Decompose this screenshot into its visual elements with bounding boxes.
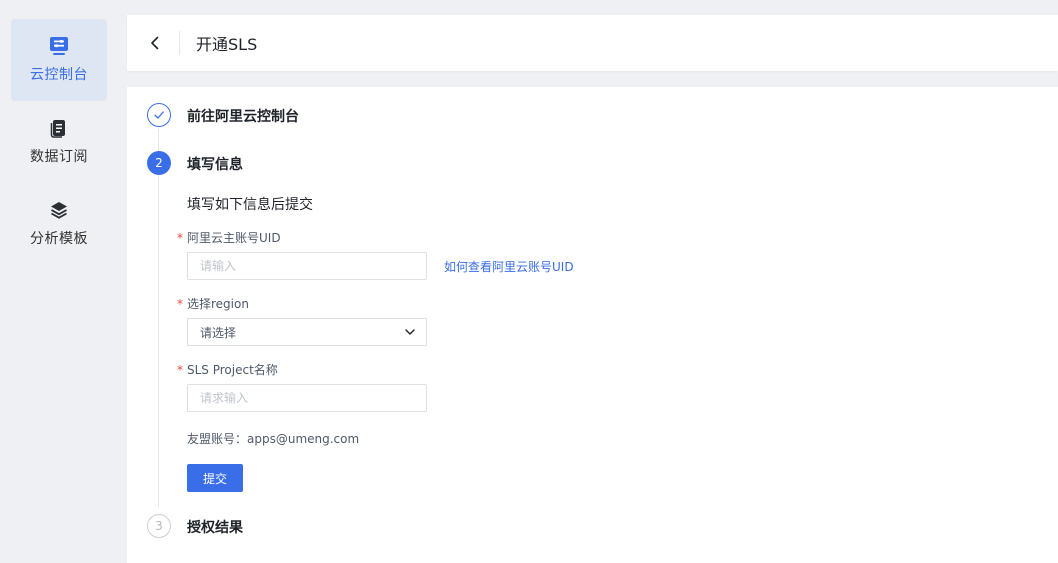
document-icon — [50, 120, 65, 138]
step-1-marker — [147, 103, 171, 127]
console-icon — [50, 37, 68, 55]
sidebar-item-label: 分析模板 — [30, 231, 88, 247]
sidebar: 云控制台 数据订阅 分析模板 — [0, 0, 118, 563]
chevron-left-icon — [151, 36, 159, 50]
sidebar-item-console[interactable]: 云控制台 — [11, 19, 107, 101]
chevron-down-icon — [405, 329, 415, 335]
sidebar-item-label: 数据订阅 — [30, 149, 88, 165]
header-divider — [179, 31, 180, 55]
region-label-text: 选择region — [187, 297, 249, 311]
step-3-title: 授权结果 — [187, 520, 243, 536]
page-header: 开通SLS — [127, 15, 1058, 71]
required-mark: * — [177, 297, 183, 311]
project-label: * SLS Project名称 — [177, 361, 278, 378]
project-label-text: SLS Project名称 — [187, 363, 278, 377]
uid-help-link[interactable]: 如何查看阿里云账号UID — [444, 258, 574, 275]
step-connector — [158, 129, 159, 151]
step-connector — [158, 175, 159, 507]
required-mark: * — [177, 363, 183, 377]
umeng-account: 友盟账号：apps@umeng.com — [187, 432, 360, 446]
project-name-input[interactable] — [187, 384, 427, 412]
submit-button[interactable]: 提交 — [187, 464, 243, 492]
uid-label-text: 阿里云主账号UID — [187, 231, 281, 245]
region-select[interactable]: 请选择 — [187, 318, 427, 346]
main-panel: 前往阿里云控制台 2 填写信息 填写如下信息后提交 * 阿里云主账号UID 如何查… — [127, 87, 1058, 563]
region-select-value: 请选择 — [200, 325, 237, 340]
sidebar-item-data-subscription[interactable]: 数据订阅 — [11, 101, 107, 183]
uid-label: * 阿里云主账号UID — [177, 229, 281, 246]
step-2-title: 填写信息 — [187, 157, 243, 173]
uid-input[interactable] — [187, 252, 427, 280]
step-1-title: 前往阿里云控制台 — [187, 109, 299, 125]
back-button[interactable] — [127, 15, 183, 71]
required-mark: * — [177, 231, 183, 245]
step-2-marker: 2 — [147, 151, 171, 175]
form-title: 填写如下信息后提交 — [187, 197, 313, 213]
sidebar-item-analysis-templates[interactable]: 分析模板 — [11, 183, 107, 265]
step-3-marker: 3 — [147, 514, 171, 538]
check-icon — [154, 111, 164, 119]
region-label: * 选择region — [177, 295, 249, 312]
page-title: 开通SLS — [196, 35, 258, 54]
sidebar-item-label: 云控制台 — [30, 67, 88, 83]
layers-icon — [51, 202, 67, 219]
